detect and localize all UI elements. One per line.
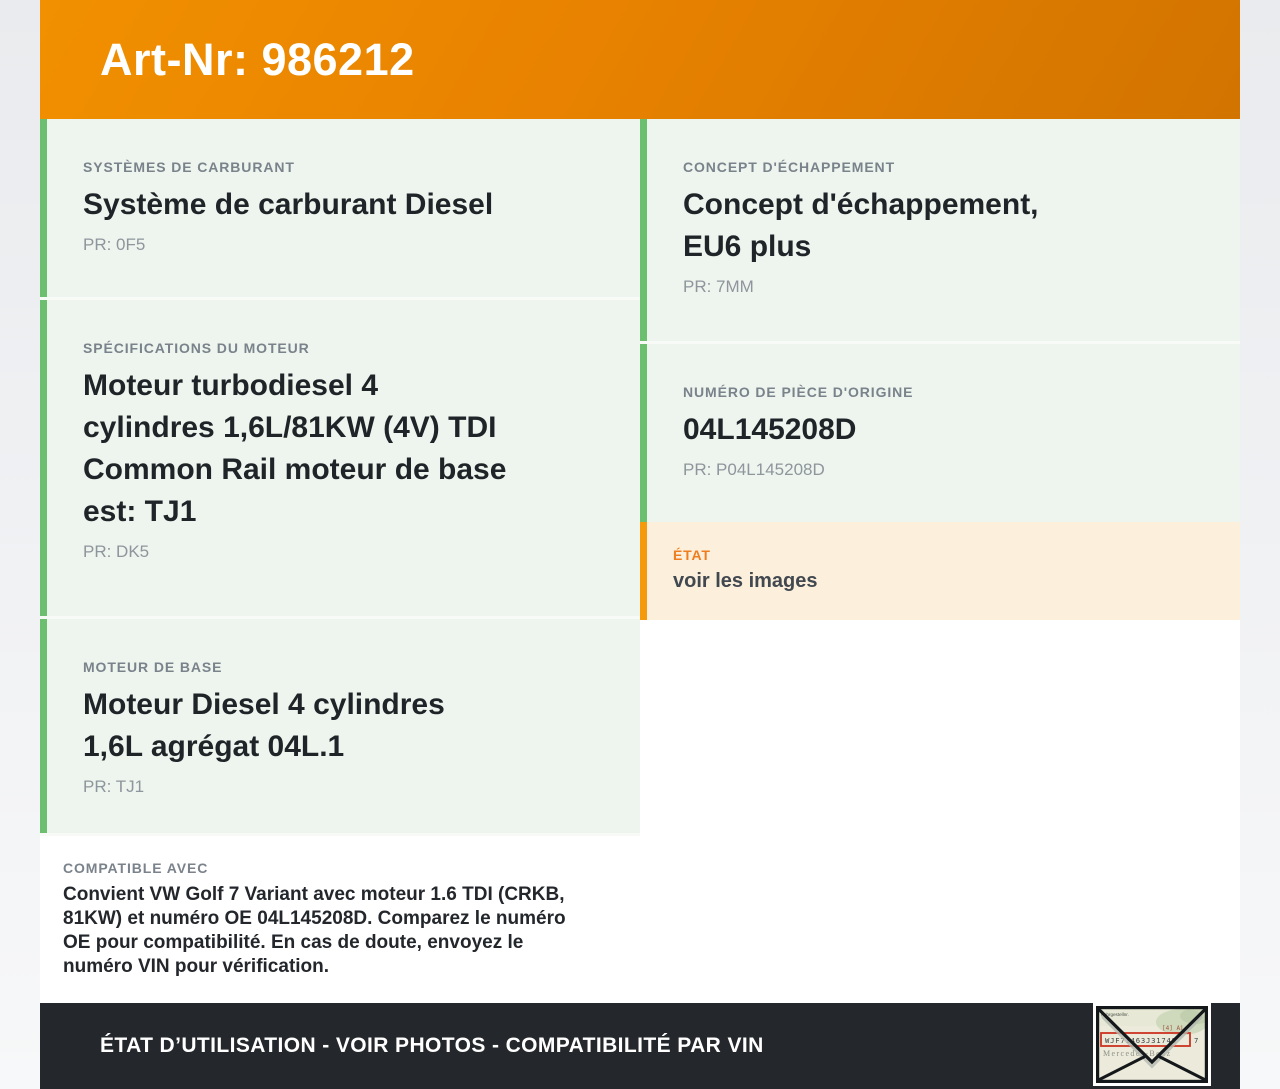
content-area: SYSTÈMES DE CARBURANT Système de carbura… — [40, 119, 1240, 1003]
pr-code: PR: P04L145208D — [683, 460, 825, 479]
left-column: SYSTÈMES DE CARBURANT Système de carbura… — [40, 119, 640, 1003]
card-title: Moteur turbodiesel 4 cylindres 1,6L/81KW… — [83, 369, 507, 528]
etat-label: ÉTAT — [673, 547, 711, 563]
pr-code: PR: TJ1 — [83, 777, 145, 796]
header-banner: Art-Nr: 986212 — [40, 0, 1240, 119]
footer-bar: ÉTAT D’UTILISATION - VOIR PHOTOS - COMPA… — [40, 1003, 1240, 1089]
card-title: Moteur Diesel 4 cylindres 1,6L agrégat 0… — [83, 688, 445, 763]
card-label: SPÉCIFICATIONS DU MOTEUR — [83, 340, 310, 356]
card-label: SYSTÈMES DE CARBURANT — [83, 159, 295, 175]
card-exhaust-concept: CONCEPT D'ÉCHAPPEMENT Concept d'échappem… — [640, 119, 1240, 341]
card-title: 04L145208D — [683, 413, 857, 446]
listing-page: Art-Nr: 986212 SYSTÈMES DE CARBURANT Sys… — [0, 0, 1280, 1089]
pr-code: PR: DK5 — [83, 542, 150, 561]
card-base-engine: MOTEUR DE BASE Moteur Diesel 4 cylindres… — [40, 619, 640, 833]
card-label: MOTEUR DE BASE — [83, 659, 223, 675]
card-label: COMPATIBLE AVEC — [63, 860, 209, 876]
card-label: NUMÉRO DE PIÈCE D'ORIGINE — [683, 384, 914, 400]
registration-document-thumbnail[interactable]: Fahrgestellnr. [4] Ai WJF71463J31748 7 M… — [1093, 1003, 1211, 1086]
right-column: CONCEPT D'ÉCHAPPEMENT Concept d'échappem… — [640, 119, 1240, 1003]
card-fuel-system: SYSTÈMES DE CARBURANT Système de carbura… — [40, 119, 640, 297]
doc-field-ref-text: [4] Ai — [1162, 1025, 1184, 1032]
vin-suffix-text: 7 — [1194, 1036, 1198, 1045]
see-images-link[interactable]: voir les images — [673, 570, 1210, 593]
card-compatibility: COMPATIBLE AVEC Convient VW Golf 7 Varia… — [40, 836, 640, 1003]
card-label: CONCEPT D'ÉCHAPPEMENT — [683, 159, 896, 175]
card-title: Concept d'échappement, EU6 plus — [683, 188, 1039, 263]
card-oe-number: NUMÉRO DE PIÈCE D'ORIGINE 04L145208D PR:… — [640, 344, 1240, 522]
card-engine-specs: SPÉCIFICATIONS DU MOTEUR Moteur turbodie… — [40, 300, 640, 616]
card-title: Système de carburant Diesel — [83, 188, 494, 221]
pr-code: PR: 0F5 — [83, 235, 146, 254]
compatibility-text: Convient VW Golf 7 Variant avec moteur 1… — [63, 884, 566, 977]
card-etat: ÉTAT voir les images — [640, 522, 1240, 620]
pr-code: PR: 7MM — [683, 277, 754, 296]
footer-text: ÉTAT D’UTILISATION - VOIR PHOTOS - COMPA… — [100, 1034, 764, 1057]
vin-text: WJF71463J31748 — [1105, 1036, 1177, 1045]
article-number-title: Art-Nr: 986212 — [100, 33, 415, 85]
right-column-filler — [640, 620, 1240, 1003]
